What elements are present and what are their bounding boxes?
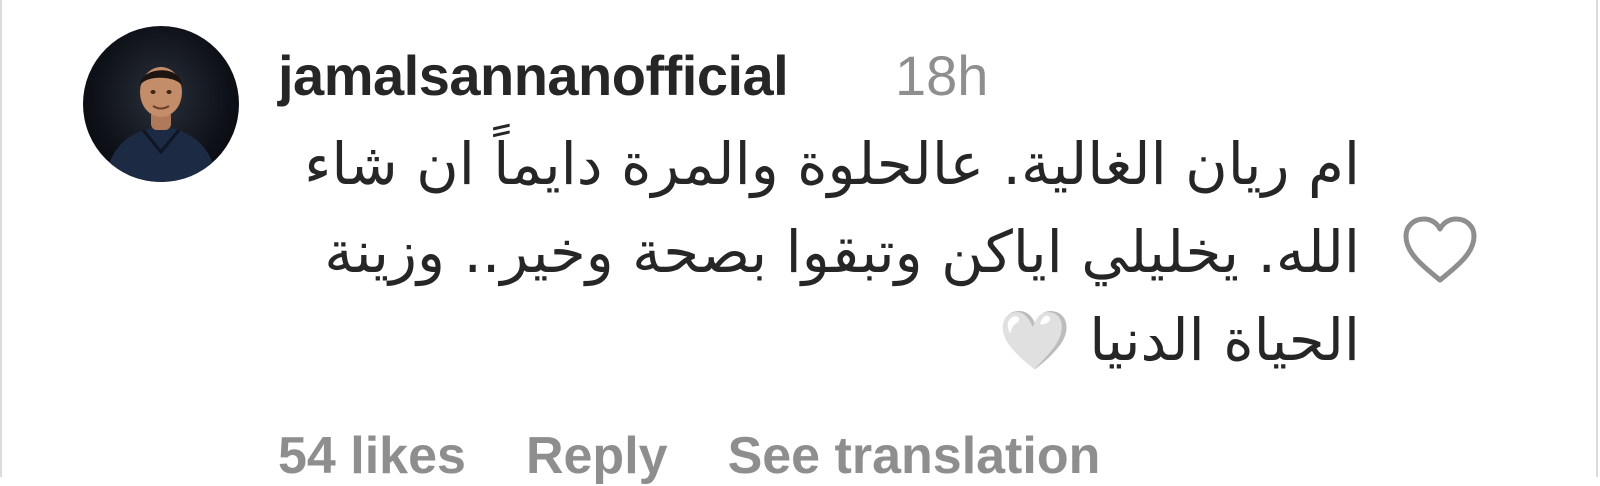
heart-outline-icon[interactable] [1400,214,1480,286]
user-avatar[interactable] [83,26,239,182]
see-translation-link[interactable]: See translation [728,427,1101,485]
avatar-photo [105,67,217,182]
reply-button[interactable]: Reply [526,427,668,485]
comment-timestamp[interactable]: 18h [895,38,988,114]
comment-username[interactable]: jamalsannanofficial [278,38,789,114]
comment-text: ام ريان الغالية. عالحلوة والمرة دايماً ا… [304,130,1360,374]
comment-actions: 54 likes Reply See translation [278,426,1160,486]
comment-card: jamalsannanofficial 18h ام ريان الغالية.… [0,0,1598,485]
likes-count-link[interactable]: 54 likes [278,427,466,485]
